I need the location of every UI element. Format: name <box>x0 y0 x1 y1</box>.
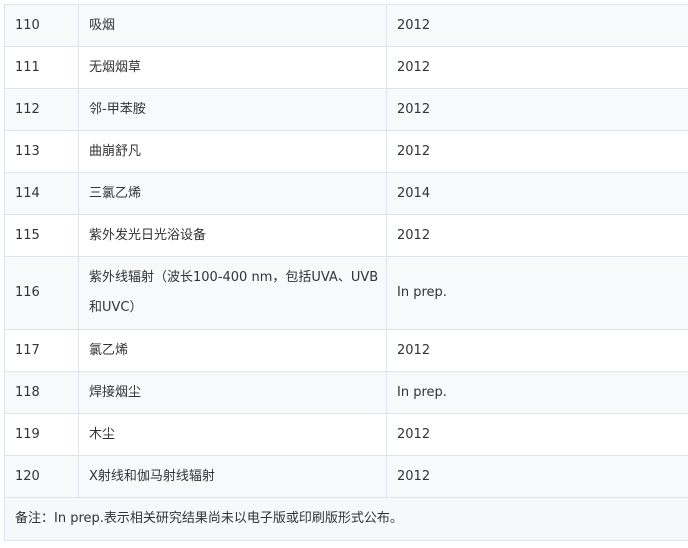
table-row: 113 曲崩舒凡 2012 <box>4 130 688 173</box>
row-number: 116 <box>4 256 79 330</box>
row-number: 115 <box>4 214 79 257</box>
agent-name: 邻-甲苯胺 <box>78 88 387 131</box>
agent-name: 木尘 <box>78 413 387 456</box>
table-row: 115 紫外发光日光浴设备 2012 <box>4 214 688 257</box>
row-number: 112 <box>4 88 79 131</box>
evaluation-year: In prep. <box>386 371 688 414</box>
row-number: 113 <box>4 130 79 173</box>
agent-name: 无烟烟草 <box>78 46 387 89</box>
evaluation-year: 2012 <box>386 130 688 173</box>
evaluation-year: 2012 <box>386 329 688 372</box>
carcinogen-table: 110 吸烟 2012 111 无烟烟草 2012 112 邻-甲苯胺 2012 113 曲崩舒凡 2… <box>4 4 688 541</box>
evaluation-year: 2012 <box>386 413 688 456</box>
table-row: 118 焊接烟尘 In prep. <box>4 371 688 414</box>
evaluation-year: In prep. <box>386 256 688 330</box>
agent-name: 紫外发光日光浴设备 <box>78 214 387 257</box>
row-number: 114 <box>4 172 79 215</box>
agent-name: 焊接烟尘 <box>78 371 387 414</box>
row-number: 118 <box>4 371 79 414</box>
evaluation-year: 2012 <box>386 46 688 89</box>
table-row: 116 紫外线辐射（波长100-400 nm，包括UVA、UVB和UVC） In p… <box>4 256 688 330</box>
agent-name: 紫外线辐射（波长100-400 nm，包括UVA、UVB和UVC） <box>78 256 387 330</box>
table-container: 110 吸烟 2012 111 无烟烟草 2012 112 邻-甲苯胺 2012 113 曲崩舒凡 2… <box>4 4 688 541</box>
table-row: 112 邻-甲苯胺 2012 <box>4 88 688 131</box>
row-number: 119 <box>4 413 79 456</box>
agent-name: X射线和伽马射线辐射 <box>78 455 387 498</box>
evaluation-year: 2012 <box>386 214 688 257</box>
table-note: 备注：In prep.表示相关研究结果尚未以电子版或印刷版形式公布。 <box>4 497 688 541</box>
agent-name: 曲崩舒凡 <box>78 130 387 173</box>
row-number: 117 <box>4 329 79 372</box>
agent-name: 吸烟 <box>78 4 387 47</box>
agent-name: 氯乙烯 <box>78 329 387 372</box>
table-note-row: 备注：In prep.表示相关研究结果尚未以电子版或印刷版形式公布。 <box>4 497 688 541</box>
table-row: 110 吸烟 2012 <box>4 4 688 47</box>
row-number: 111 <box>4 46 79 89</box>
table-row: 120 X射线和伽马射线辐射 2012 <box>4 455 688 498</box>
table-row: 111 无烟烟草 2012 <box>4 46 688 89</box>
row-number: 120 <box>4 455 79 498</box>
table-body: 110 吸烟 2012 111 无烟烟草 2012 112 邻-甲苯胺 2012 113 曲崩舒凡 2… <box>4 4 688 541</box>
table-row: 117 氯乙烯 2012 <box>4 329 688 372</box>
evaluation-year: 2012 <box>386 455 688 498</box>
table-row: 119 木尘 2012 <box>4 413 688 456</box>
evaluation-year: 2012 <box>386 4 688 47</box>
agent-name: 三氯乙烯 <box>78 172 387 215</box>
table-row: 114 三氯乙烯 2014 <box>4 172 688 215</box>
row-number: 110 <box>4 4 79 47</box>
evaluation-year: 2014 <box>386 172 688 215</box>
evaluation-year: 2012 <box>386 88 688 131</box>
